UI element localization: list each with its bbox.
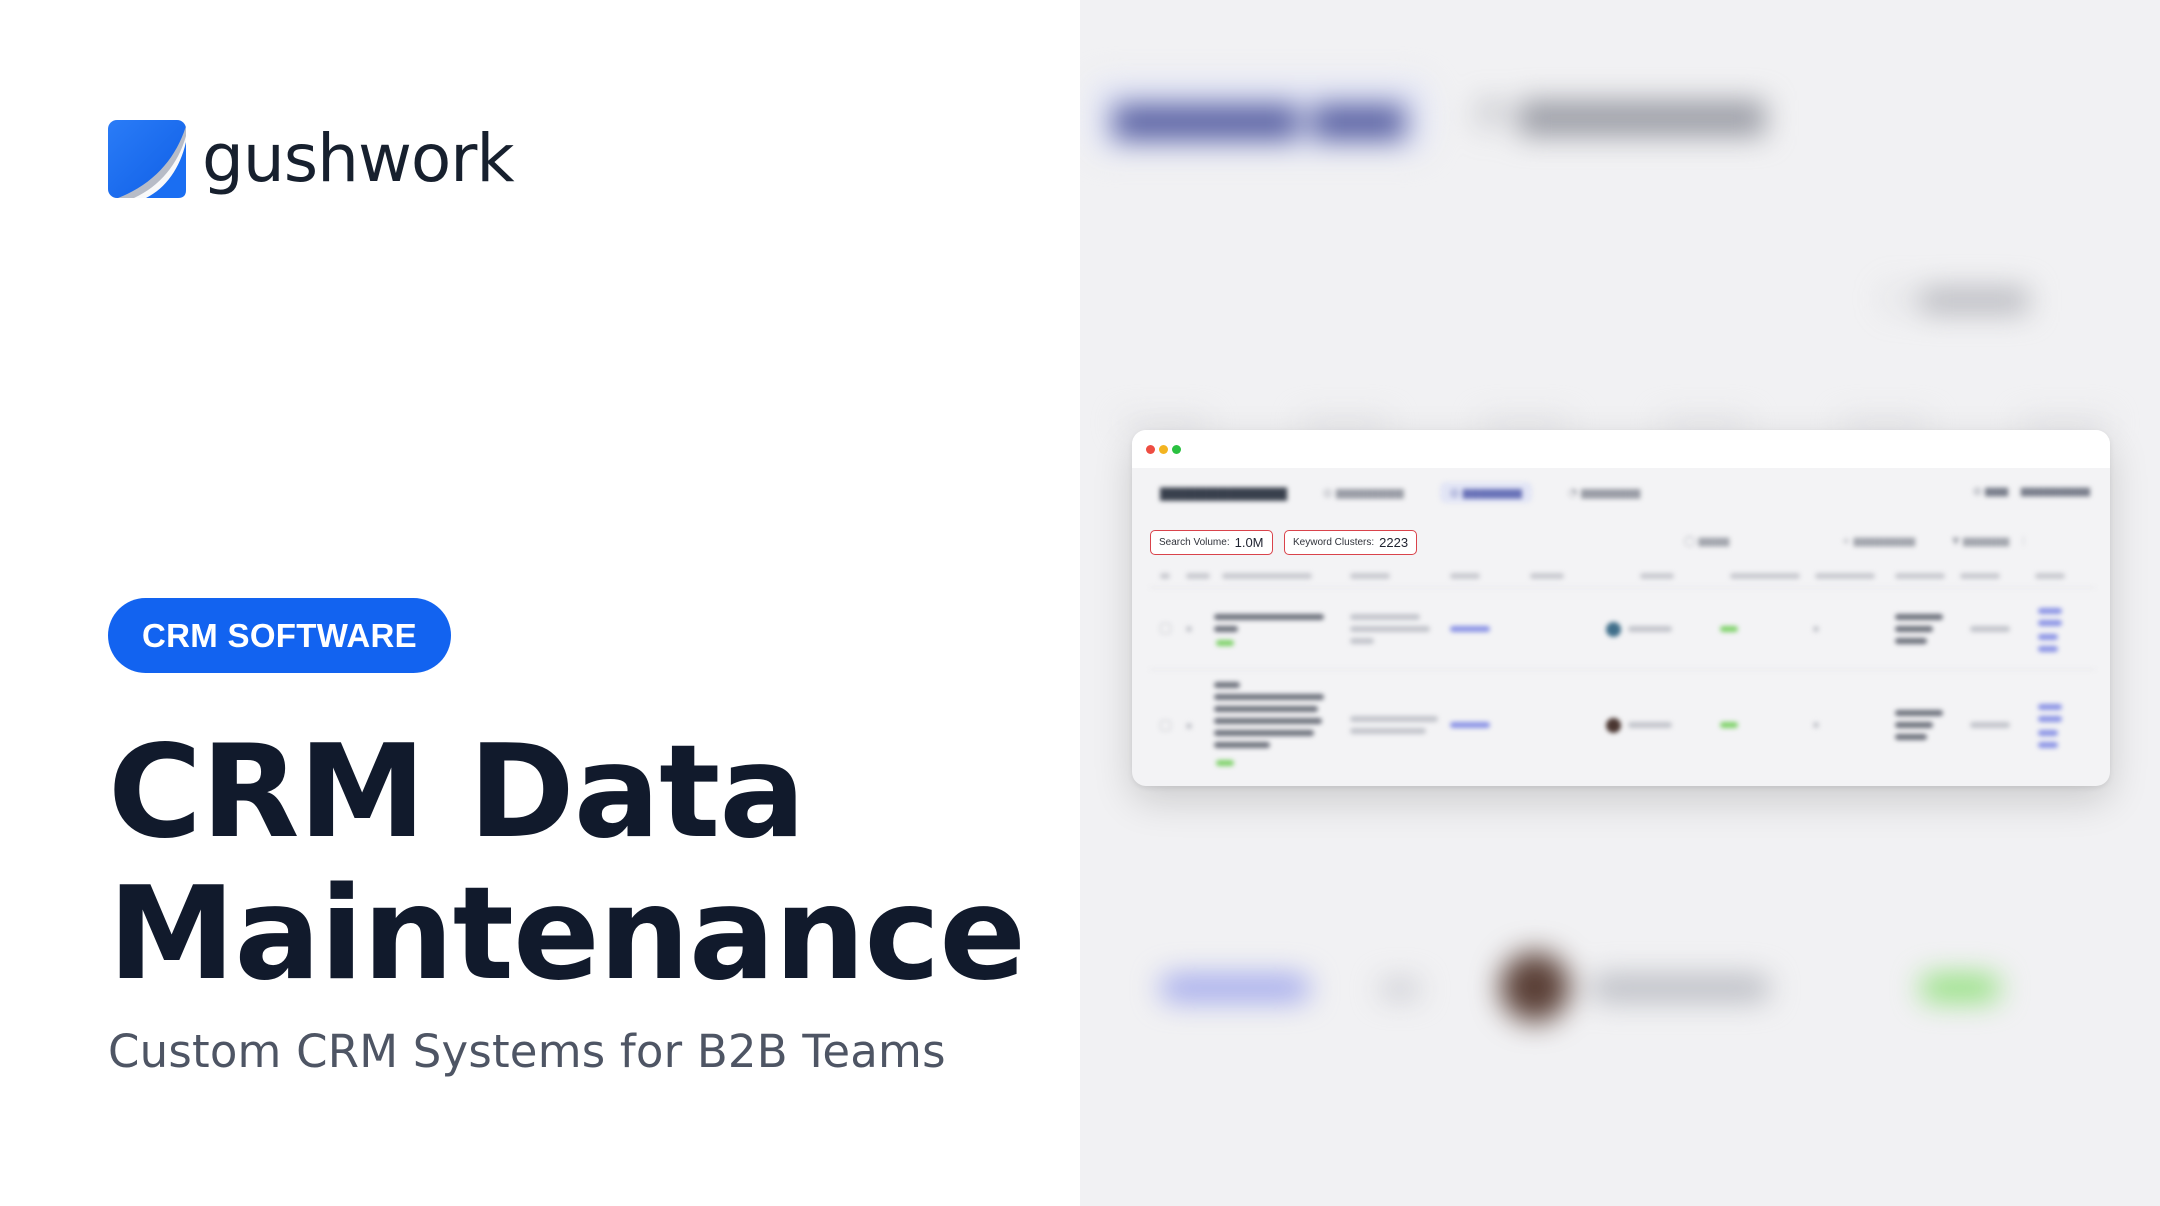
table-row	[1150, 670, 2095, 782]
hero-text-panel: gushwork CRM SOFTWARE CRM Data Maintenan…	[0, 0, 1080, 1206]
background-avatar-blur	[1500, 952, 1570, 1022]
background-search-blur: ◯ ▆▆▆▆▆	[1880, 280, 2028, 313]
background-chip-blur	[1380, 980, 1420, 998]
table-row	[1150, 590, 2095, 670]
background-link-blur	[1160, 975, 1310, 1001]
app-screenshot-window: ▆▆▆▆▆▆▆▆▆▆▆ ◎ ▆▆▆▆▆▆▆▆ ◎ ▆▆▆▆▆▆▆ ◔ ▆▆▆▆▆…	[1132, 430, 2110, 786]
background-name-blur	[1590, 975, 1770, 1001]
background-status-blur	[1920, 975, 2000, 1001]
toolbar-search-blur: ◯ ▆▆▆▆	[1684, 536, 1730, 547]
product-preview-panel: ▆▆▆▆▆▆ ▆▆▆ ◔ ▆▆▆▆▆▆▆▆ ◯ ▆▆▆▆▆ ▆▆▆▆▆▆▆▆▆▆…	[1080, 0, 2160, 1206]
title-line-2: Maintenance	[108, 860, 1026, 1009]
background-tab-blur: ▆▆▆▆▆▆ ▆▆▆	[1090, 80, 1429, 154]
app-nav-blur-3: ◔ ▆▆▆▆▆▆▆	[1568, 485, 1641, 499]
app-navbar-blurred: ▆▆▆▆▆▆▆▆▆▆▆ ◎ ▆▆▆▆▆▆▆▆ ◎ ▆▆▆▆▆▆▆ ◔ ▆▆▆▆▆…	[1132, 468, 2110, 516]
gushwork-logo-icon	[108, 120, 186, 198]
app-brand-blur: ▆▆▆▆▆▆▆▆▆▆▆	[1160, 483, 1287, 501]
table-header-blurred	[1150, 568, 2095, 588]
page-subtitle: Custom CRM Systems for B2B Teams	[108, 1025, 946, 1078]
app-nav-blur-1: ◎ ▆▆▆▆▆▆▆▆	[1322, 485, 1404, 499]
app-nav-blur-2: ◎ ▆▆▆▆▆▆▆	[1439, 481, 1532, 503]
title-line-1: CRM Data	[108, 718, 806, 867]
search-volume-value: 1.0M	[1234, 535, 1264, 550]
keyword-clusters-label: Keyword Clusters:	[1293, 537, 1375, 548]
keyword-clusters-value: 2223	[1379, 535, 1409, 550]
window-content: ▆▆▆▆▆▆▆▆▆▆▆ ◎ ▆▆▆▆▆▆▆▆ ◎ ▆▆▆▆▆▆▆ ◔ ▆▆▆▆▆…	[1132, 468, 2110, 786]
window-titlebar	[1132, 430, 2110, 468]
keyword-clusters-chip[interactable]: Keyword Clusters: 2223	[1284, 530, 1418, 555]
brand-logo[interactable]: gushwork	[108, 120, 515, 198]
brand-name: gushwork	[202, 120, 515, 197]
app-nav-right-blur: ◎ ▆▆▆ ▆▆▆▆▆▆▆▆▆	[1973, 486, 2090, 497]
minimize-dot-icon	[1159, 445, 1168, 454]
toolbar-add-blur: + ▆▆▆▆▆▆▆▆	[1842, 536, 1916, 547]
background-tab-blur-2: ◔ ▆▆▆▆▆▆▆▆	[1470, 90, 1765, 136]
maximize-dot-icon	[1172, 445, 1181, 454]
toolbar-filter-blur: ▼ ▆▆▆▆▆▆ ⋮	[1952, 536, 2029, 547]
search-volume-chip[interactable]: Search Volume: 1.0M	[1150, 530, 1273, 555]
close-dot-icon	[1146, 445, 1155, 454]
category-badge[interactable]: CRM SOFTWARE	[108, 598, 451, 673]
search-volume-label: Search Volume:	[1159, 537, 1230, 548]
page-title: CRM Data Maintenance	[108, 722, 1058, 1006]
